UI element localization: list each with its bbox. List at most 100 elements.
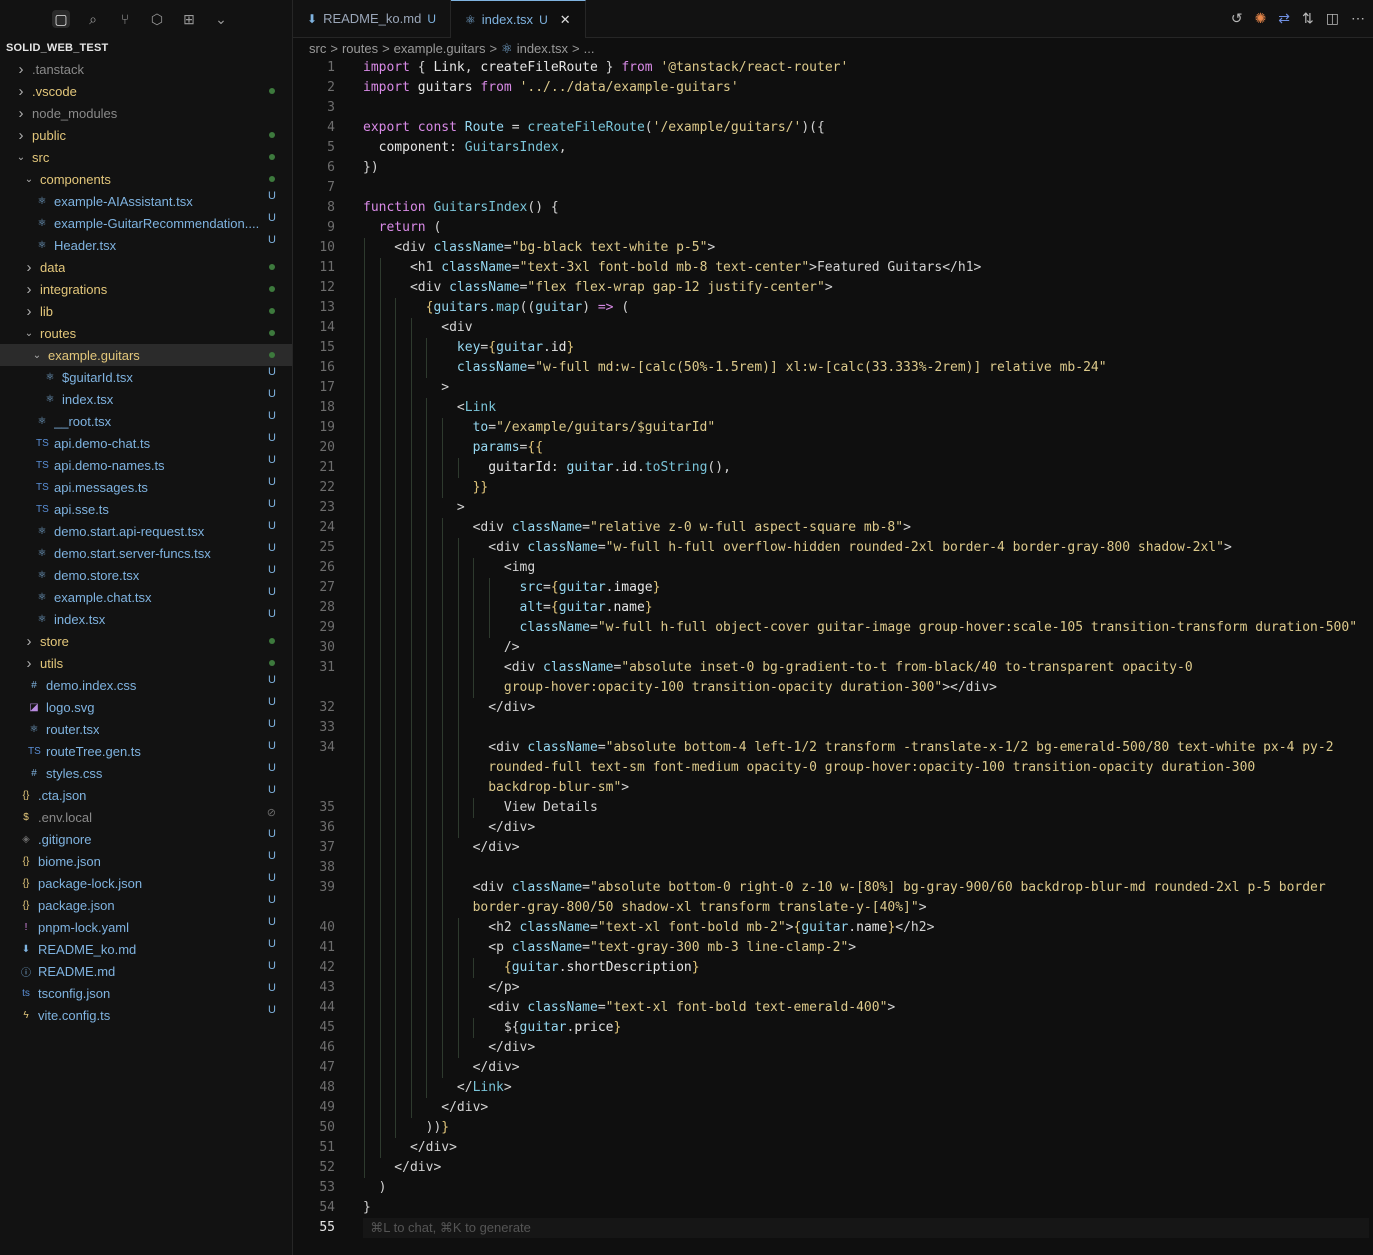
tree-item-label: .tanstack [32, 61, 85, 77]
folder-item[interactable]: ⌄ example.guitars [0, 344, 292, 366]
git-status-badge: U [268, 388, 276, 400]
code-line: 10 <div className="bg-black text-white p… [293, 238, 1373, 258]
tree-item-label: package.json [38, 897, 115, 913]
remote-explorer-icon[interactable]: ⊞ [180, 10, 198, 28]
git-status-badge: U [268, 1004, 276, 1016]
code-text: ${guitar.price} [363, 1020, 622, 1035]
git-status-badge: U [268, 674, 276, 686]
line-number: 41 [319, 940, 335, 955]
chevron-right-icon: › [18, 104, 24, 122]
file-item[interactable]: {} package.json U [0, 894, 292, 916]
file-item[interactable]: {} .cta.json U [0, 784, 292, 806]
file-item[interactable]: ⚛ router.tsx U [0, 718, 292, 740]
file-item[interactable]: ϟ vite.config.ts U [0, 1004, 292, 1026]
file-item[interactable]: ⚛ example-GuitarRecommendation.... U [0, 212, 292, 234]
file-item[interactable]: ⚛ $guitarId.tsx U [0, 366, 292, 388]
line-number: 18 [319, 400, 335, 415]
code-line: 22 }} [293, 478, 1373, 498]
code-editor[interactable]: 1 import { Link, createFileRoute } from '… [293, 58, 1373, 1238]
file-item[interactable]: ⚛ demo.store.tsx U [0, 564, 292, 586]
project-title[interactable]: SOLID_WEB_TEST [0, 38, 292, 58]
git-status-badge: U [268, 894, 276, 906]
git-status-badge: U [268, 542, 276, 554]
line-number: 3 [327, 100, 335, 115]
folder-item[interactable]: › .vscode [0, 80, 292, 102]
folder-item[interactable]: › data [0, 256, 292, 278]
file-item[interactable]: $ .env.local ⊘ [0, 806, 292, 828]
source-control-icon[interactable]: ⑂ [116, 10, 134, 28]
file-item[interactable]: ⚛ demo.start.api-request.tsx U [0, 520, 292, 542]
code-text: import { Link, createFileRoute } from '@… [363, 60, 849, 75]
folder-item[interactable]: ⌄ routes [0, 322, 292, 344]
line-number: 32 [319, 700, 335, 715]
breadcrumb-item[interactable]: routes [342, 41, 378, 56]
code-text: </div> [363, 1160, 442, 1175]
folder-item[interactable]: › .tanstack [0, 58, 292, 80]
tab-readme-ko[interactable]: ⬇ README_ko.md U [293, 0, 451, 37]
line-number: 14 [319, 320, 335, 335]
sparkle-icon[interactable]: ✺ [1255, 10, 1267, 27]
file-item[interactable]: # demo.index.css U [0, 674, 292, 696]
file-item[interactable]: TS api.demo-names.ts U [0, 454, 292, 476]
code-line: 7 [293, 178, 1373, 198]
breadcrumb-item[interactable]: ⚛ [501, 41, 513, 56]
code-text: <div className="relative z-0 w-full aspe… [363, 520, 911, 535]
file-item[interactable]: # styles.css U [0, 762, 292, 784]
code-text: } [363, 1200, 371, 1215]
file-item[interactable]: ⚛ example-AIAssistant.tsx U [0, 190, 292, 212]
code-text: ))} [363, 1120, 450, 1135]
file-item[interactable]: ◈ .gitignore U [0, 828, 292, 850]
file-item[interactable]: ⚛ index.tsx U [0, 608, 292, 630]
file-item[interactable]: ! pnpm-lock.yaml U [0, 916, 292, 938]
react-file-icon: ⚛ [464, 12, 476, 27]
file-item[interactable]: ⚛ example.chat.tsx U [0, 586, 292, 608]
file-item[interactable]: ⬇ README_ko.md U [0, 938, 292, 960]
file-item[interactable]: ⚛ index.tsx U [0, 388, 292, 410]
folder-item[interactable]: › utils [0, 652, 292, 674]
file-item[interactable]: ⓘ README.md U [0, 960, 292, 982]
code-text: }} [472, 480, 489, 495]
folder-item[interactable]: ⌄ components [0, 168, 292, 190]
file-item[interactable]: TS routeTree.gen.ts U [0, 740, 292, 762]
breadcrumb-item[interactable]: index.tsx [517, 41, 568, 56]
folder-item[interactable]: › node_modules [0, 102, 292, 124]
folder-item[interactable]: › integrations [0, 278, 292, 300]
folder-item[interactable]: › public [0, 124, 292, 146]
git-status-badge: U [268, 762, 276, 774]
file-type-icon: # [31, 767, 37, 779]
breadcrumb-item[interactable]: src [309, 41, 326, 56]
file-item[interactable]: ◪ logo.svg U [0, 696, 292, 718]
folder-item[interactable]: › store [0, 630, 292, 652]
breadcrumb-item[interactable]: example.guitars [394, 41, 486, 56]
chevron-down-icon[interactable]: ⌄ [212, 10, 230, 28]
file-item[interactable]: TS api.demo-chat.ts U [0, 432, 292, 454]
split-editor-icon[interactable]: ◫ [1326, 10, 1339, 27]
file-item[interactable]: {} biome.json U [0, 850, 292, 872]
code-text: </div> [363, 1140, 457, 1155]
sync-icon[interactable]: ⇄ [1278, 10, 1290, 27]
line-number: 27 [319, 580, 335, 595]
file-item[interactable]: ⚛ demo.start.server-funcs.tsx U [0, 542, 292, 564]
file-item[interactable]: {} package-lock.json U [0, 872, 292, 894]
folder-item[interactable]: ⌄ src [0, 146, 292, 168]
breadcrumb-item[interactable]: ... [584, 41, 595, 56]
close-icon[interactable]: ✕ [560, 12, 571, 28]
tab-index-tsx[interactable]: ⚛ index.tsx U ✕ [450, 0, 586, 38]
code-text: <p className="text-gray-300 mb-3 line-cl… [363, 940, 857, 955]
git-status-badge: U [268, 938, 276, 950]
files-icon[interactable]: ▢ [52, 10, 70, 28]
compare-icon[interactable]: ⇅ [1302, 10, 1314, 27]
file-item[interactable]: ts tsconfig.json U [0, 982, 292, 1004]
code-line: 41 <p className="text-gray-300 mb-3 line… [293, 938, 1373, 958]
history-icon[interactable]: ↺ [1231, 10, 1243, 27]
file-item[interactable]: ⚛ __root.tsx U [0, 410, 292, 432]
search-icon[interactable]: ⌕ [84, 10, 102, 28]
file-item[interactable]: TS api.sse.ts U [0, 498, 292, 520]
tree-item-label: .vscode [32, 83, 77, 99]
file-item[interactable]: ⚛ Header.tsx U [0, 234, 292, 256]
file-item[interactable]: TS api.messages.ts U [0, 476, 292, 498]
extensions-icon[interactable]: ⬡ [148, 10, 166, 28]
line-number: 37 [319, 840, 335, 855]
folder-item[interactable]: › lib [0, 300, 292, 322]
more-icon[interactable]: ⋯ [1351, 10, 1365, 27]
